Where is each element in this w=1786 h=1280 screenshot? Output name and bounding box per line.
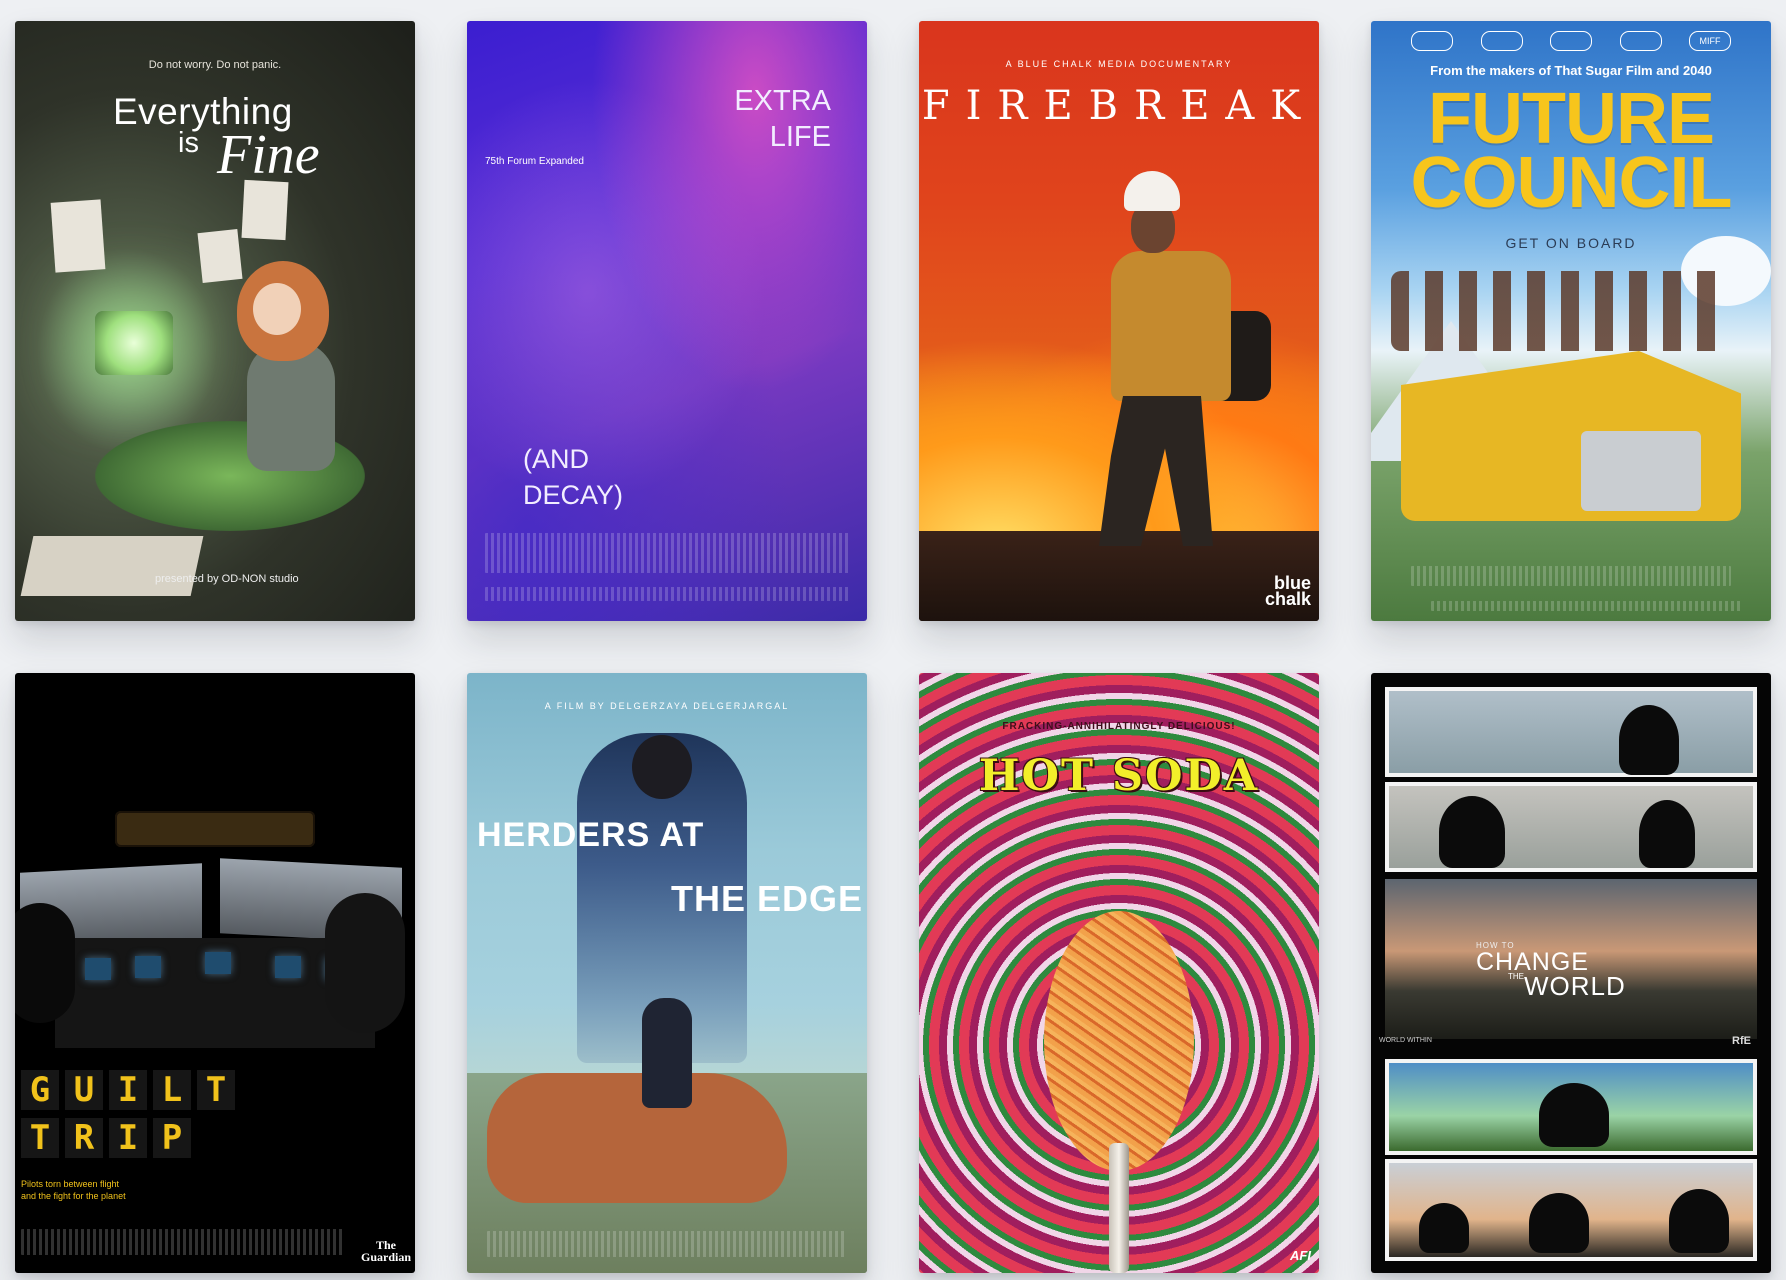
helmet-icon — [1124, 171, 1180, 211]
poster-title-line: FUTURE — [1428, 79, 1715, 159]
festival-laurel: 75th Forum Expanded — [485, 156, 584, 167]
credits-block — [485, 533, 849, 573]
festival-laurels: MIFF — [1411, 31, 1731, 53]
sponsor-logos — [485, 587, 849, 601]
title-tile: R — [65, 1118, 103, 1158]
person-silhouette — [1539, 1083, 1609, 1147]
spaghetti-illustration — [1044, 911, 1194, 1171]
film-strip-frame — [1385, 687, 1757, 777]
pilot-silhouette-right — [325, 893, 405, 1033]
poster-tagline: A BLUE CHALK MEDIA DOCUMENTARY — [1005, 59, 1233, 69]
laurel-badge — [1480, 31, 1523, 51]
poster-title: HOT SODA — [978, 751, 1260, 801]
open-book-illustration — [20, 536, 204, 596]
guardian-logo-line: Guardian — [360, 1250, 411, 1264]
title-tile: I — [109, 1070, 147, 1110]
poster-title-line: DECAY) — [523, 480, 624, 510]
production-logo: WORLD WITHIN — [1379, 1037, 1432, 1044]
firefighter-torso — [1111, 251, 1231, 401]
person-silhouette — [1669, 1189, 1729, 1253]
poster-tagline: GET ON BOARD — [1505, 235, 1637, 251]
poster-extra-life[interactable]: 75th Forum Expanded EXTRA LIFE (AND DECA… — [467, 21, 867, 621]
instrument-screen — [205, 952, 231, 974]
film-strip-frame — [1385, 1059, 1757, 1155]
poster-tagline: FRACKING-ANNIHILATINGLY DELICIOUS! — [1002, 721, 1236, 732]
person-silhouette — [1639, 800, 1695, 868]
herder-head-illustration — [632, 735, 692, 799]
poster-title-line: THE EDGE — [671, 878, 864, 919]
person-silhouette — [1419, 1203, 1469, 1253]
person-silhouette — [1619, 705, 1679, 775]
cockpit-overhead-panel — [115, 811, 315, 847]
newspaper-clipping — [241, 179, 289, 241]
distributor-logo: RfE — [1732, 1035, 1751, 1047]
poster-makers-line: From the makers of That Sugar Film and 2… — [1430, 63, 1712, 78]
boy-rider-illustration — [642, 998, 692, 1108]
laurel-badge: MIFF — [1689, 31, 1731, 51]
title-tiles-row-2: T R I P — [21, 1118, 191, 1158]
children-group-illustration — [1391, 271, 1731, 351]
person-silhouette — [1439, 796, 1505, 868]
poster-title-word: WORLD — [1524, 971, 1626, 1001]
poster-title-word: THE — [1508, 972, 1524, 981]
title-tile: T — [197, 1070, 235, 1110]
laurel-badge — [1550, 31, 1592, 51]
credits-block — [487, 1231, 847, 1257]
poster-title-line: HERDERS AT — [477, 816, 705, 854]
poster-title: FUTURE COUNCIL — [1371, 79, 1771, 223]
poster-how-to-change-the-world[interactable]: HOW TO CHANGE THE WORLD WORLD WITHIN RfE — [1371, 673, 1771, 1273]
presented-by: presented by OD-NON studio — [155, 573, 299, 585]
poster-subtitle-line: Pilots torn between flight — [21, 1179, 120, 1189]
poster-title-line: Fine — [217, 124, 320, 186]
instrument-screen — [275, 956, 301, 978]
poster-title-line: LIFE — [769, 121, 831, 153]
title-tile: L — [153, 1070, 191, 1110]
poster-guilt-trip[interactable]: G U I L T T R I P Pilots torn between fl… — [15, 673, 415, 1273]
poster-herders-at-the-edge[interactable]: A FILM BY DELGERZAYA DELGERJARGAL HERDER… — [467, 673, 867, 1273]
credits-block — [21, 1229, 345, 1255]
film-strip-frame — [1385, 782, 1757, 872]
title-tiles-row-1: G U I L T — [21, 1070, 235, 1110]
poster-subtitle-line: and the fight for the planet — [21, 1191, 126, 1201]
studio-logo: blue chalk — [1264, 574, 1311, 609]
laurel-badge — [1411, 31, 1453, 51]
film-strip-frame — [1385, 1159, 1757, 1261]
laurel-badge — [1619, 31, 1662, 51]
poster-subtitle: Pilots torn between flight and the fight… — [21, 1178, 126, 1202]
poster-title-line: (AND DECAY) — [523, 441, 623, 513]
title-tile: T — [21, 1118, 59, 1158]
glowing-tv-illustration — [95, 311, 173, 375]
studio-logo-line: chalk — [1264, 589, 1311, 609]
poster-hot-soda[interactable]: FRACKING-ANNIHILATINGLY DELICIOUS! HOT S… — [919, 673, 1319, 1273]
guardian-logo: The Guardian — [361, 1239, 411, 1263]
bus-grille-illustration — [1581, 431, 1701, 511]
newspaper-clipping — [50, 199, 106, 273]
fork-illustration — [1109, 1143, 1129, 1273]
poster-title-line: (AND — [523, 444, 589, 474]
title-tile: U — [65, 1070, 103, 1110]
sponsor-logos — [1431, 601, 1741, 611]
credits-block — [1411, 566, 1731, 586]
person-silhouette — [1529, 1193, 1589, 1253]
title-tile: I — [109, 1118, 147, 1158]
pilot-silhouette-left — [15, 903, 75, 1023]
title-tile: G — [21, 1070, 59, 1110]
horse-illustration — [487, 1073, 787, 1203]
poster-title-line: is — [178, 127, 199, 159]
poster-tagline: A FILM BY DELGERZAYA DELGERJARGAL — [544, 701, 790, 711]
girl-face-illustration — [253, 283, 301, 335]
title-tile: P — [153, 1118, 191, 1158]
poster-title-line: EXTRA LIFE — [734, 83, 831, 155]
poster-future-council[interactable]: MIFF From the makers of That Sugar Film … — [1371, 21, 1771, 621]
instrument-screen — [85, 958, 111, 980]
poster-tagline: Do not worry. Do not panic. — [148, 59, 282, 71]
poster-everything-is-fine[interactable]: Do not worry. Do not panic. Everything i… — [15, 21, 415, 621]
afi-logo: AFI — [1290, 1248, 1311, 1263]
instrument-screen — [135, 956, 161, 978]
poster-firebreak[interactable]: A BLUE CHALK MEDIA DOCUMENTARY FIREBREAK… — [919, 21, 1319, 621]
poster-title-line: EXTRA — [734, 85, 831, 117]
poster-title: FIREBREAK — [921, 83, 1317, 129]
newspaper-clipping — [197, 229, 243, 283]
poster-title-line: COUNCIL — [1410, 143, 1733, 223]
